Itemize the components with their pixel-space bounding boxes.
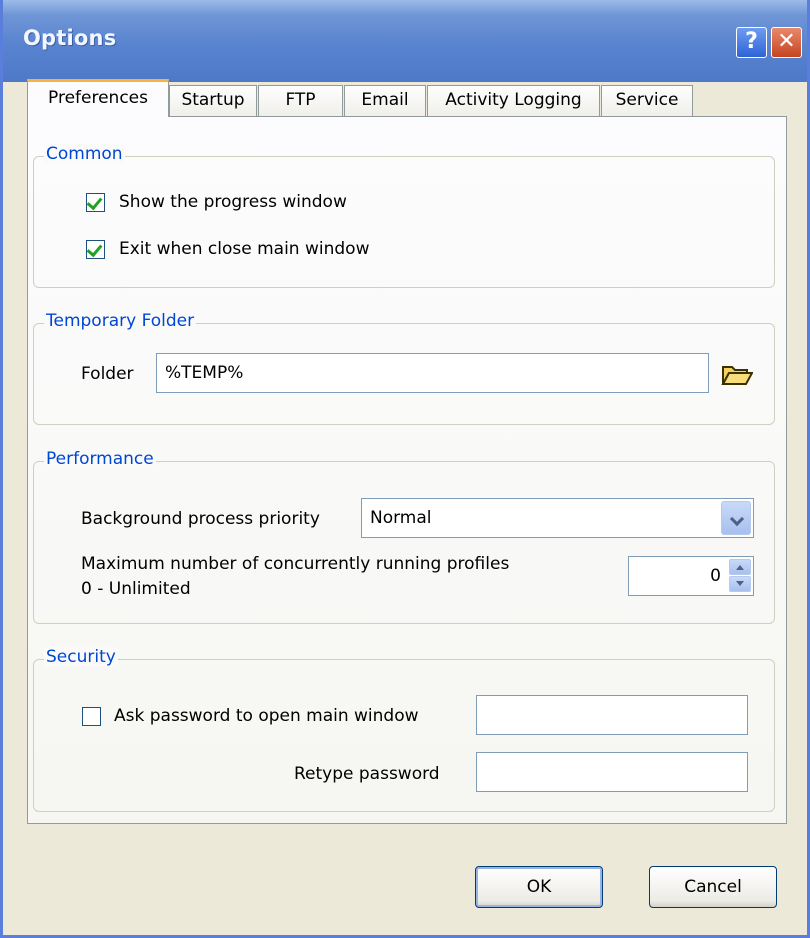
- tab-activity-logging[interactable]: Activity Logging: [427, 85, 600, 116]
- ok-button[interactable]: OK: [475, 866, 603, 908]
- common-legend: Common: [44, 144, 125, 164]
- max-profiles-stepper[interactable]: 0: [628, 556, 754, 596]
- tab-strip: Preferences Startup FTP Email Activity L…: [3, 75, 807, 117]
- tab-email[interactable]: Email: [344, 85, 426, 116]
- tab-ftp[interactable]: FTP: [258, 85, 343, 116]
- temporary-folder-group: Temporary Folder Folder %TEMP%: [33, 311, 775, 425]
- retype-password-input[interactable]: [476, 752, 748, 792]
- security-legend: Security: [44, 647, 118, 667]
- priority-value: Normal: [370, 508, 432, 528]
- folder-open-icon[interactable]: [721, 364, 754, 386]
- tab-service[interactable]: Service: [601, 85, 693, 116]
- spin-down-icon[interactable]: [729, 576, 751, 592]
- tab-startup[interactable]: Startup: [169, 85, 257, 116]
- security-group: Security Ask password to open main windo…: [33, 647, 775, 812]
- checkmark-icon: [86, 240, 103, 258]
- performance-legend: Performance: [44, 449, 156, 469]
- temporary-folder-legend: Temporary Folder: [44, 311, 197, 331]
- help-button[interactable]: ?: [736, 27, 767, 58]
- show-progress-checkbox[interactable]: [86, 193, 105, 212]
- tab-preferences[interactable]: Preferences: [27, 79, 169, 117]
- performance-group: Performance Background process priority …: [33, 449, 775, 624]
- spin-up-icon[interactable]: [729, 559, 751, 575]
- max-profiles-value: 0: [710, 566, 721, 586]
- exit-on-close-label[interactable]: Exit when close main window: [119, 239, 369, 259]
- max-profiles-label: Maximum number of concurrently running p…: [81, 554, 510, 574]
- folder-input[interactable]: %TEMP%: [156, 353, 709, 393]
- checkmark-icon: [86, 193, 103, 211]
- max-profiles-hint: 0 - Unlimited: [81, 579, 191, 599]
- password-input[interactable]: [476, 695, 748, 735]
- ask-password-label[interactable]: Ask password to open main window: [114, 706, 419, 726]
- priority-select[interactable]: Normal: [361, 498, 754, 538]
- spin-buttons[interactable]: [729, 559, 751, 593]
- close-button[interactable]: ✕: [771, 27, 802, 58]
- exit-on-close-checkbox[interactable]: [86, 240, 105, 259]
- common-group: Common Show the progress window Exit whe…: [33, 144, 775, 288]
- cancel-button[interactable]: Cancel: [649, 866, 777, 908]
- chevron-down-icon[interactable]: [721, 501, 751, 535]
- options-dialog: Options ? ✕ Preferences Startup FTP Emai…: [0, 0, 810, 938]
- window-title: Options: [23, 26, 117, 50]
- title-bar[interactable]: Options ? ✕: [3, 0, 807, 82]
- ask-password-checkbox[interactable]: [82, 707, 101, 726]
- folder-label: Folder: [81, 364, 134, 384]
- retype-password-label: Retype password: [294, 764, 440, 784]
- priority-label: Background process priority: [81, 509, 320, 529]
- show-progress-label[interactable]: Show the progress window: [119, 192, 347, 212]
